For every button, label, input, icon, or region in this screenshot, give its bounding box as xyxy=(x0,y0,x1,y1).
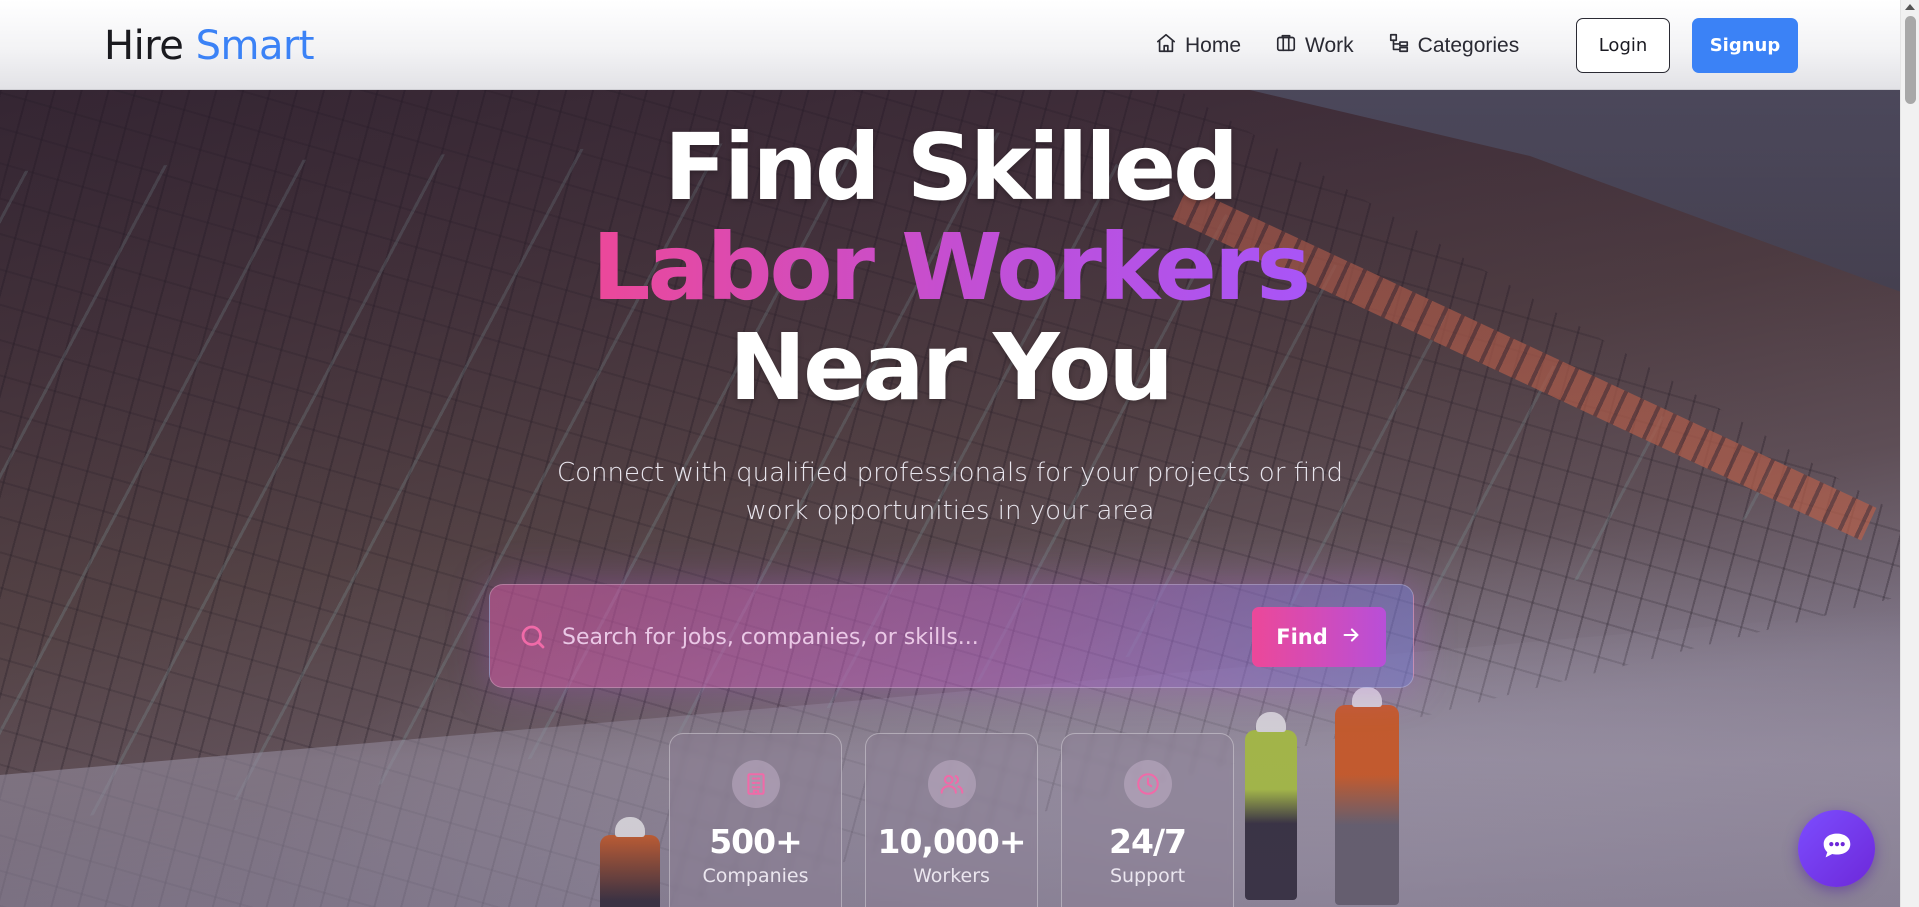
stat-card-companies: 500+ Companies xyxy=(669,733,842,907)
stat-label: Support xyxy=(1109,865,1186,887)
nav-link-home[interactable]: Home xyxy=(1155,30,1241,62)
chat-button[interactable] xyxy=(1798,810,1875,887)
search-input[interactable] xyxy=(562,615,1202,659)
main-nav: Home Work Categories xyxy=(1155,30,1519,62)
headline-line-3: Near You xyxy=(729,314,1174,421)
stat-value: 500+ xyxy=(709,822,803,861)
navbar: Hire Smart Home Work Categories Login Si… xyxy=(0,0,1900,90)
stat-card-support: 24/7 Support xyxy=(1061,733,1234,907)
stat-value: 24/7 xyxy=(1109,822,1187,861)
find-button[interactable]: Find xyxy=(1252,607,1386,667)
brand-logo[interactable]: Hire Smart xyxy=(104,22,315,70)
page-scrollbar[interactable] xyxy=(1900,0,1919,907)
arrow-right-icon xyxy=(1340,624,1362,651)
building-icon xyxy=(731,760,780,808)
login-button[interactable]: Login xyxy=(1576,18,1670,73)
stat-label: Workers xyxy=(913,865,990,887)
brand-name-primary: Hire xyxy=(104,23,184,69)
find-button-label: Find xyxy=(1276,625,1328,649)
stat-label: Companies xyxy=(702,865,809,887)
stat-card-workers: 10,000+ Workers xyxy=(865,733,1038,907)
home-icon xyxy=(1155,32,1177,60)
hero-headline: Find Skilled Labor Workers Near You xyxy=(0,118,1900,418)
clock-icon xyxy=(1123,760,1172,808)
scroll-up-arrow-icon[interactable] xyxy=(1905,4,1915,10)
categories-icon xyxy=(1388,32,1410,60)
users-icon xyxy=(927,760,976,808)
nav-link-label: Home xyxy=(1185,34,1242,57)
headline-line-1: Find Skilled xyxy=(663,114,1239,221)
stat-value: 10,000+ xyxy=(877,822,1027,861)
nav-link-categories[interactable]: Categories xyxy=(1388,30,1520,62)
briefcase-icon xyxy=(1275,32,1297,60)
nav-link-label: Work xyxy=(1305,34,1354,57)
hero-subtitle: Connect with qualified professionals for… xyxy=(556,458,1344,526)
nav-link-label: Categories xyxy=(1417,34,1520,57)
chat-icon xyxy=(1818,827,1856,870)
stats-row: 500+ Companies 10,000+ Workers 24/7 Supp… xyxy=(669,733,1234,907)
nav-link-work[interactable]: Work xyxy=(1275,30,1354,62)
brand-name-accent: Smart xyxy=(195,23,315,69)
search-bar: Find xyxy=(489,584,1414,688)
signup-button[interactable]: Signup xyxy=(1692,18,1798,73)
search-icon xyxy=(518,622,548,652)
scroll-thumb[interactable] xyxy=(1905,16,1916,104)
headline-line-2-gradient: Labor Workers xyxy=(591,214,1311,321)
